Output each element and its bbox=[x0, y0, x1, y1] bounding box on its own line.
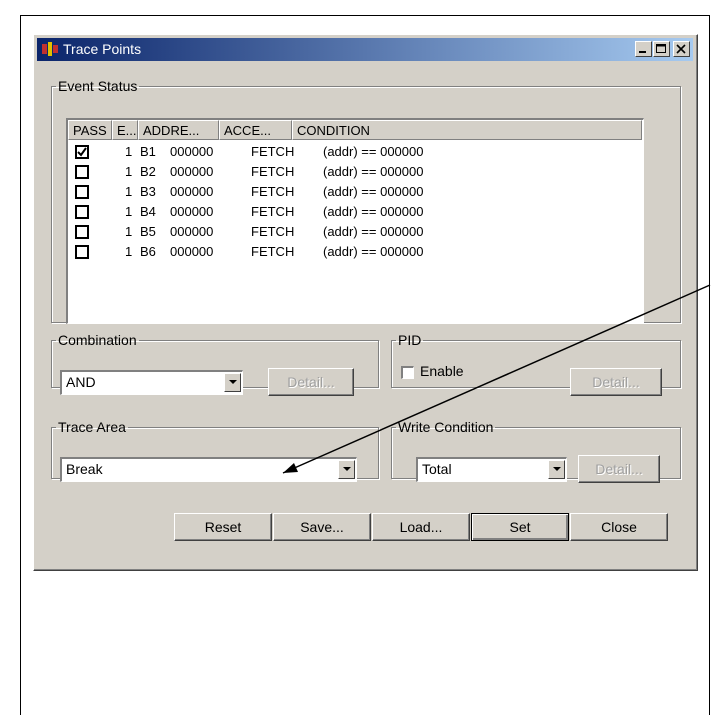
annotation-arrow bbox=[282, 284, 711, 474]
